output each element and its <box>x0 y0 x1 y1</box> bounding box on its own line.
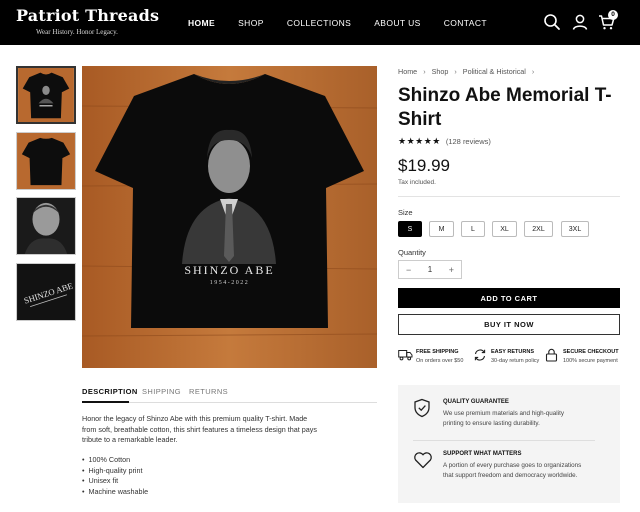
perk-subtitle: 30-day return policy <box>491 358 540 364</box>
quantity-stepper: − 1 + <box>398 260 462 279</box>
search-icon[interactable] <box>543 13 561 31</box>
nav-collections[interactable]: COLLECTIONS <box>287 18 351 28</box>
nav-shop[interactable]: SHOP <box>238 18 264 28</box>
breadcrumb-home[interactable]: Home <box>398 67 417 76</box>
divider <box>413 440 595 441</box>
star-rating-icons: ★★★★★ <box>398 136 441 146</box>
site-header: Patriot Threads Wear History. Honor Lega… <box>0 0 640 45</box>
add-to-cart-button[interactable]: ADD TO CART <box>398 288 620 308</box>
feature-item: Machine washable <box>82 487 149 498</box>
brand-logo[interactable]: Patriot Threads Wear History. Honor Lega… <box>16 6 159 36</box>
divider <box>398 196 620 197</box>
perk-title: FREE SHIPPING <box>416 349 459 355</box>
shield-icon <box>414 398 430 418</box>
main-product-image[interactable]: SHINZO ABE 1954-2022 <box>82 66 377 368</box>
return-icon <box>474 349 486 361</box>
feature-item: High-quality print <box>82 466 148 477</box>
shirt-print-years: 1954-2022 <box>209 280 250 286</box>
breadcrumb: Home › Shop › Political & Historical › <box>398 67 540 76</box>
nav-about-us[interactable]: ABOUT US <box>374 18 421 28</box>
info-box: QUALITY GUARANTEE We use premium materia… <box>398 385 620 503</box>
quantity-increase-button[interactable]: + <box>449 265 454 275</box>
chevron-right-icon: › <box>423 67 426 76</box>
breadcrumb-shop[interactable]: Shop <box>432 67 449 76</box>
size-option-xl[interactable]: XL <box>492 221 517 237</box>
active-tab-indicator <box>82 401 129 403</box>
info-title-quality: QUALITY GUARANTEE <box>443 399 509 405</box>
user-icon[interactable] <box>571 13 589 31</box>
perk-free-shipping: FREE SHIPPING On orders over $50 <box>398 346 472 368</box>
feature-item: 100% Cotton <box>82 455 148 466</box>
shirt-print-name: SHINZO ABE <box>184 263 275 277</box>
size-label: Size <box>398 208 413 217</box>
thumbnail-closeup[interactable] <box>16 197 76 255</box>
product-price: $19.99 <box>398 156 450 175</box>
cart-count-badge: 0 <box>608 10 618 20</box>
product-title: Shinzo Abe Memorial T-Shirt <box>398 85 612 130</box>
nav-home[interactable]: HOME <box>188 18 215 28</box>
size-option-s[interactable]: S <box>398 221 422 237</box>
lock-icon <box>545 348 558 362</box>
tab-returns[interactable]: RETURNS <box>189 387 228 396</box>
brand-tagline: Wear History. Honor Legacy. <box>36 28 118 36</box>
perk-easy-returns: EASY RETURNS 30-day return policy <box>473 346 547 368</box>
brand-name: Patriot Threads <box>16 6 160 25</box>
perk-subtitle: 100% secure payment <box>563 358 618 364</box>
buy-now-button[interactable]: BUY IT NOW <box>398 314 620 335</box>
breadcrumb-category[interactable]: Political & Historical <box>463 67 526 76</box>
tab-shipping[interactable]: SHIPPING <box>142 387 181 396</box>
perk-subtitle: On orders over $50 <box>416 358 464 364</box>
info-title-support: SUPPORT WHAT MATTERS <box>443 451 522 457</box>
size-option-l[interactable]: L <box>461 221 485 237</box>
product-rating[interactable]: ★★★★★ (128 reviews) <box>398 136 491 147</box>
thumbnail-back[interactable] <box>16 132 76 190</box>
chevron-right-icon: › <box>454 67 457 76</box>
thumbnail-print-detail[interactable]: SHINZO ABE <box>16 263 76 321</box>
heart-icon <box>414 452 432 469</box>
perk-secure-checkout: SECURE CHECKOUT 100% secure payment <box>545 346 621 368</box>
product-tabs: DESCRIPTION SHIPPING RETURNS <box>82 383 377 403</box>
feature-list: 100% Cotton High-quality print Unisex fi… <box>82 455 149 498</box>
perk-title: EASY RETURNS <box>491 349 534 355</box>
quantity-decrease-button[interactable]: − <box>406 265 411 275</box>
product-description: Honor the legacy of Shinzo Abe with this… <box>82 414 317 444</box>
quantity-value[interactable]: 1 <box>428 265 432 274</box>
size-option-2xl[interactable]: 2XL <box>524 221 553 237</box>
tab-description[interactable]: DESCRIPTION <box>82 387 138 396</box>
quantity-label: Quantity <box>398 248 426 257</box>
nav-contact[interactable]: CONTACT <box>444 18 487 28</box>
cart-icon[interactable]: 0 <box>598 10 618 31</box>
review-count[interactable]: (128 reviews) <box>446 137 491 146</box>
feature-item: Unisex fit <box>82 476 148 487</box>
truck-icon <box>398 350 413 361</box>
main-nav: HOME SHOP COLLECTIONS ABOUT US CONTACT <box>188 0 510 45</box>
thumbnail-front[interactable] <box>16 66 76 124</box>
perk-title: SECURE CHECKOUT <box>563 349 619 355</box>
tax-note: Tax included. <box>398 179 436 186</box>
info-text-support: A portion of every purchase goes to orga… <box>443 462 582 479</box>
size-option-3xl[interactable]: 3XL <box>561 221 589 237</box>
size-option-m[interactable]: M <box>429 221 454 237</box>
info-text-quality: We use premium materials and high-qualit… <box>443 410 564 427</box>
chevron-right-icon: › <box>531 67 535 76</box>
